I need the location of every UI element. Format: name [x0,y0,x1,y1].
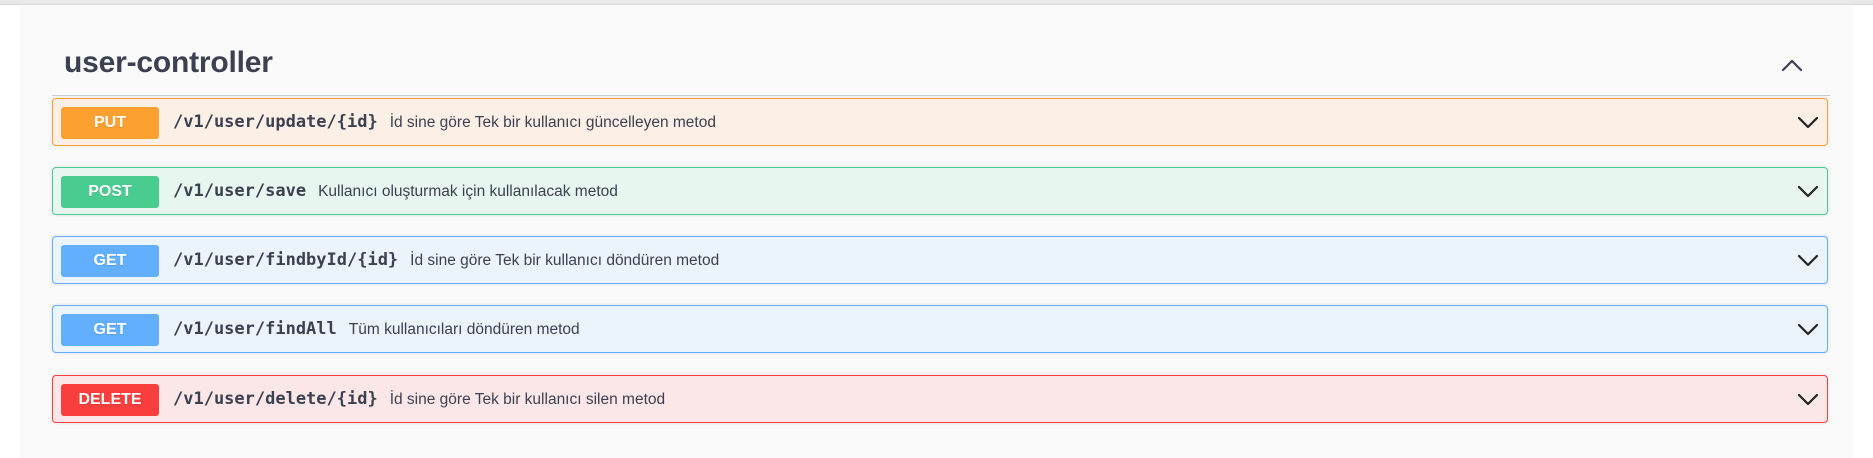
tag-title: user-controller [64,46,273,79]
user-controller-section: user-controller PUT /v1/user/update/{id}… [20,6,1853,458]
operation-get-find-all[interactable]: GET /v1/user/findAll Tüm kullanıcıları dö… [52,305,1828,353]
operation-post-save-user[interactable]: POST /v1/user/save Kullanıcı oluşturmak i… [52,167,1828,215]
operation-path: /v1/user/delete/{id} [173,389,378,409]
collapse-button[interactable] [1774,48,1810,84]
operation-path-line: /v1/user/save Kullanıcı oluşturmak için k… [173,168,618,214]
operation-put-update-user[interactable]: PUT /v1/user/update/{id} İd sine göre Tek… [52,98,1828,146]
operation-path: /v1/user/findAll [173,319,337,339]
operation-path-line: /v1/user/findbyId/{id} İd sine göre Tek b… [173,237,719,283]
expand-button[interactable] [1793,314,1823,344]
chevron-down-icon [1797,116,1819,129]
operation-path: /v1/user/findbyId/{id} [173,250,399,270]
chevron-down-icon [1797,393,1819,406]
expand-button[interactable] [1793,245,1823,275]
chevron-down-icon [1797,323,1819,336]
chevron-down-icon [1797,254,1819,267]
operation-summary: Kullanıcı oluşturmak için kullanılacak m… [318,183,618,200]
operation-delete-user[interactable]: DELETE /v1/user/delete/{id} İd sine göre … [52,375,1828,423]
operation-path-line: /v1/user/update/{id} İd sine göre Tek bir… [173,99,716,145]
operation-path: /v1/user/update/{id} [173,112,378,132]
top-divider [0,0,1873,5]
expand-button[interactable] [1793,384,1823,414]
expand-button[interactable] [1793,107,1823,137]
chevron-down-icon [1797,185,1819,198]
operation-path: /v1/user/save [173,181,307,201]
operation-summary: Tüm kullanıcıları döndüren metod [348,321,580,338]
method-badge: PUT [61,107,159,139]
operation-summary: İd sine göre Tek bir kullanıcı güncelley… [389,114,716,131]
operation-summary: İd sine göre Tek bir kullanıcı silen met… [389,391,666,408]
method-badge: GET [61,314,159,346]
method-badge: DELETE [61,384,159,416]
expand-button[interactable] [1793,176,1823,206]
operation-path-line: /v1/user/findAll Tüm kullanıcıları döndür… [173,306,580,352]
operation-path-line: /v1/user/delete/{id} İd sine göre Tek bir… [173,376,665,422]
operation-summary: İd sine göre Tek bir kullanıcı döndüren … [410,252,720,269]
tag-header[interactable]: user-controller [52,32,1830,96]
chevron-up-icon [1781,59,1803,72]
method-badge: POST [61,176,159,208]
operation-get-find-by-id[interactable]: GET /v1/user/findbyId/{id} İd sine göre T… [52,236,1828,284]
method-badge: GET [61,245,159,277]
